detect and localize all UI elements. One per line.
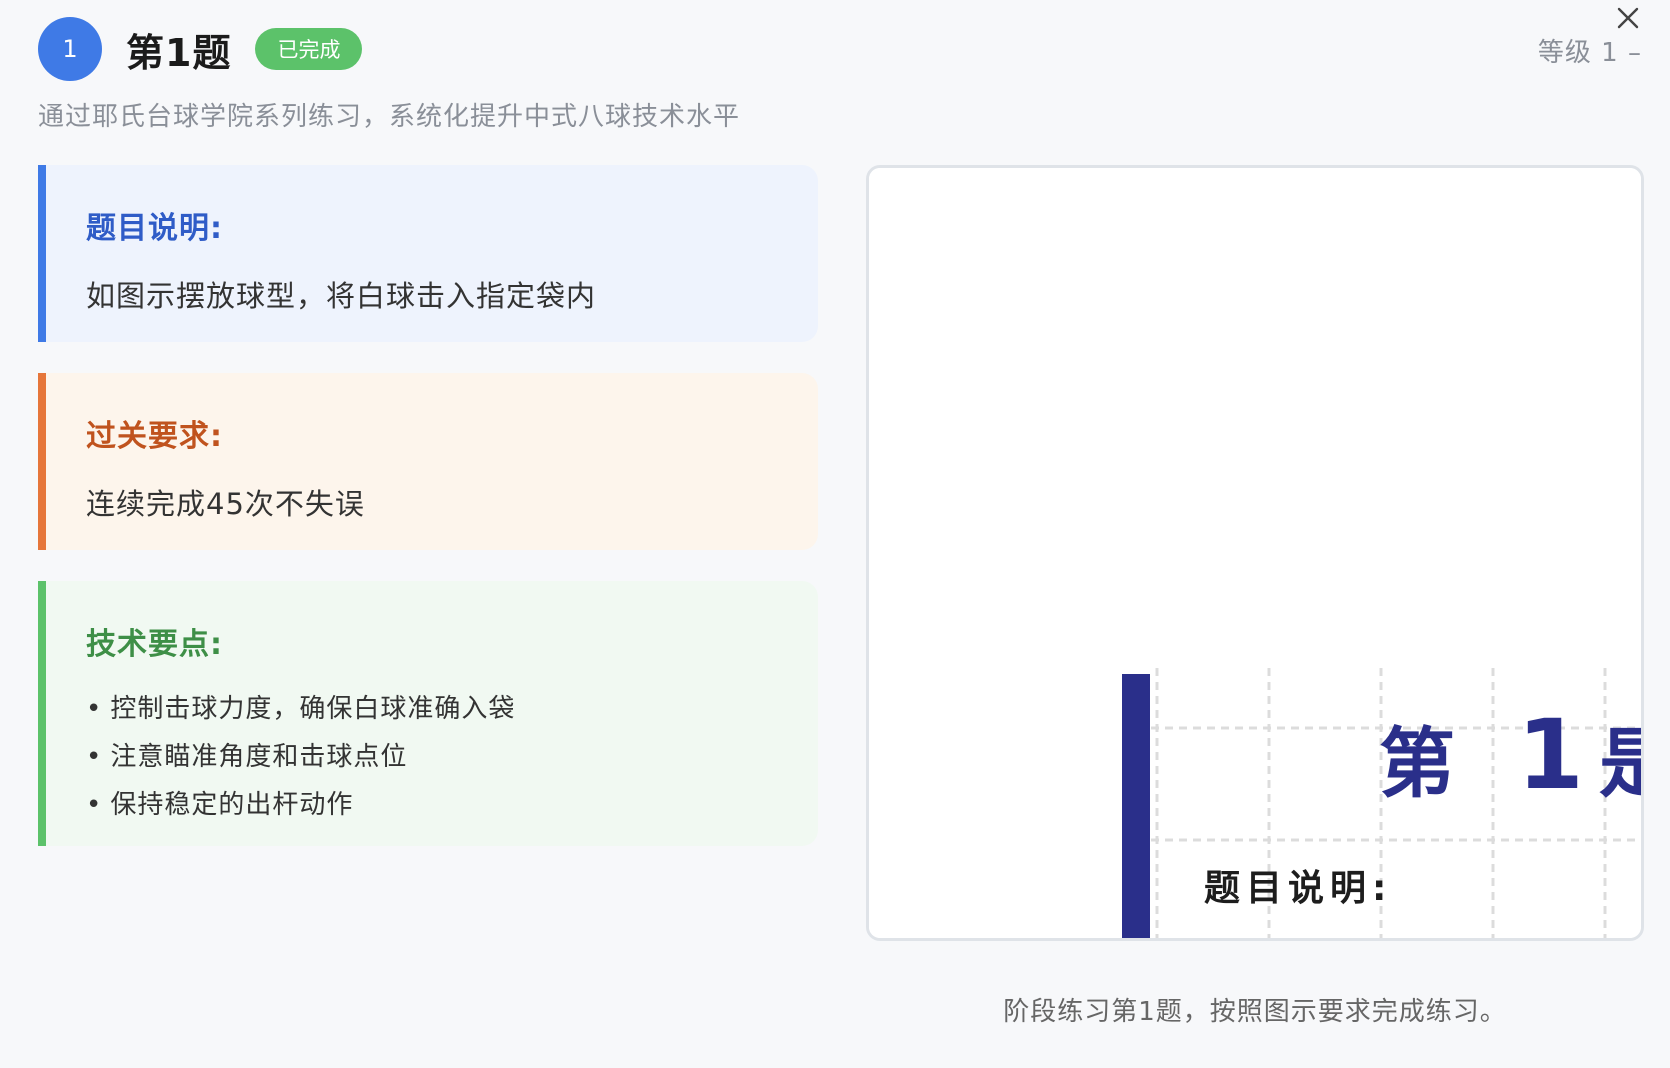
image-heading-char-1: 第: [1379, 719, 1455, 808]
image-sub-label: 题目说明:: [1204, 868, 1392, 909]
question-number: 1: [38, 17, 102, 81]
status-badge: 已完成: [255, 28, 363, 70]
tips-list-item: 注意瞄准角度和击球点位: [86, 733, 818, 781]
exercise-image[interactable]: 第 1 是 题目说明:: [866, 165, 1644, 941]
description-title: 题目说明:: [86, 211, 223, 246]
level-label: 等级 1 –: [1537, 38, 1642, 68]
image-caption: 阶段练习第1题，按照图示要求完成练习。: [1003, 997, 1507, 1027]
tips-list: 控制击球力度，确保白球准确入袋 注意瞄准角度和击球点位 保持稳定的出杆动作: [86, 685, 818, 829]
tips-list-item: 保持稳定的出杆动作: [86, 781, 818, 829]
tips-list-item: 控制击球力度，确保白球准确入袋: [86, 685, 818, 733]
accent-bar: [1122, 674, 1150, 938]
image-heading-char-2: 1: [1517, 699, 1584, 811]
requirement-title: 过关要求:: [86, 419, 223, 454]
question-header: 1 第1题 已完成: [38, 17, 363, 81]
exercise-image-canvas: 第 1 是 题目说明:: [869, 168, 1641, 938]
requirement-body: 连续完成45次不失误: [86, 487, 365, 521]
tips-title: 技术要点:: [86, 627, 223, 662]
description-card: 题目说明: 如图示摆放球型，将白球击入指定袋内: [38, 165, 818, 342]
svg-text:是: 是: [1599, 719, 1641, 808]
question-title: 第1题: [126, 30, 232, 75]
close-button[interactable]: [1614, 4, 1642, 32]
requirement-card: 过关要求: 连续完成45次不失误: [38, 373, 818, 550]
description-body: 如图示摆放球型，将白球击入指定袋内: [86, 279, 597, 313]
question-subtitle: 通过耶氏台球学院系列练习，系统化提升中式八球技术水平: [38, 102, 741, 132]
close-icon: [1617, 7, 1639, 29]
tips-card: 技术要点: 控制击球力度，确保白球准确入袋 注意瞄准角度和击球点位 保持稳定的出…: [38, 581, 818, 846]
